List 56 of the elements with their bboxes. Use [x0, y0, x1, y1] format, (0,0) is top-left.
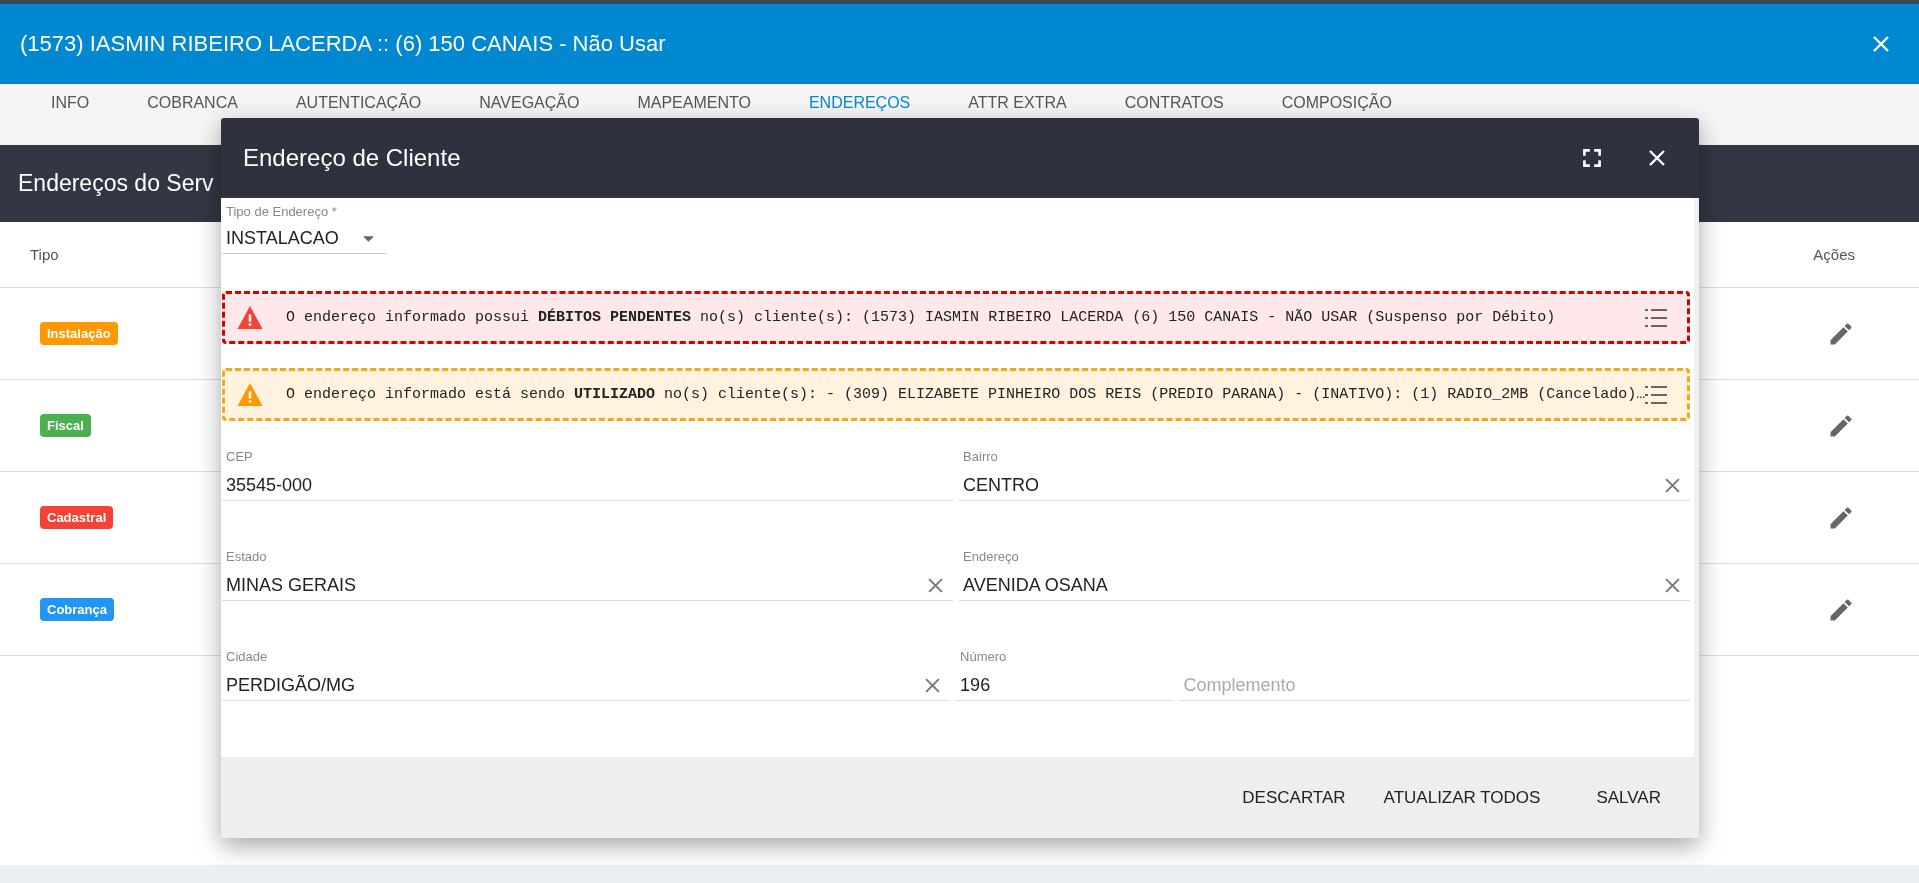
tab[interactable]: INFO	[22, 84, 119, 118]
type-badge: Cobrança	[40, 598, 114, 621]
tab[interactable]: ENDEREÇOS	[779, 84, 940, 118]
warning-icon	[237, 306, 263, 329]
alert-message: O endereço informado está sendo UTILIZADO no(s) cliente(s): - (309) ELIZABETE PINHEIRO DOS REIS (PREDIO PARANA) - (INATIVO): (1) RADIO_2MB (Cancelado)…	[286, 386, 1646, 403]
clear-icon[interactable]	[925, 677, 941, 693]
scrollbar[interactable]	[1694, 198, 1699, 757]
clear-icon[interactable]	[1665, 577, 1681, 593]
action-button[interactable]: ATUALIZAR TODOS	[1367, 777, 1557, 818]
type-badge: Cadastral	[40, 506, 114, 529]
address-type-select[interactable]: Tipo de Endereço * INSTALACAO	[222, 204, 386, 254]
list-icon[interactable]	[1645, 385, 1668, 404]
tab[interactable]: MAPEAMENTO	[608, 84, 780, 118]
text-field[interactable]: CEP 35545-000	[222, 449, 954, 501]
list-icon[interactable]	[1645, 308, 1668, 327]
field-value: AVENIDA OSANA	[963, 574, 1108, 596]
text-field[interactable]: Bairro CENTRO	[959, 449, 1691, 501]
field-label: Bairro	[963, 449, 999, 464]
tab[interactable]: NAVEGAÇÃO	[450, 84, 609, 118]
field-value: CENTRO	[963, 474, 1040, 496]
field-label: Tipo de Endereço *	[226, 204, 338, 219]
tab[interactable]: COMPOSIÇÃO	[1252, 84, 1421, 118]
tab[interactable]: CONTRATOS	[1095, 84, 1253, 118]
field-value: 196	[960, 674, 991, 696]
window-title: (1573) IASMIN RIBEIRO LACERDA :: (6) 150 CANAIS - Não Usar	[20, 31, 666, 57]
field-placeholder: Complemento	[1183, 674, 1296, 696]
field-value: 35545-000	[226, 474, 313, 496]
warning-icon	[237, 383, 263, 406]
clear-icon[interactable]	[928, 577, 944, 593]
text-field[interactable]: Cidade PERDIGÃO/MG	[222, 649, 951, 701]
tab[interactable]: COBRANCA	[118, 84, 267, 118]
alert-message: O endereço informado possui DÉBITOS PENDENTES no(s) cliente(s): (1573) IASMIN RIBEIRO LACERDA (6) 150 CANAIS - NÃO USAR (Suspenso por Débito)	[286, 309, 1557, 326]
field-value: MINAS GERAIS	[226, 574, 357, 596]
field-label: Cidade	[226, 649, 269, 664]
field-value: PERDIGÃO/MG	[226, 674, 355, 696]
tab[interactable]: AUTENTICAÇÃO	[266, 84, 451, 118]
type-badge: Fiscal	[40, 414, 91, 437]
field-label: CEP	[226, 449, 254, 464]
clear-icon[interactable]	[1665, 477, 1681, 493]
column-header: Tipo	[30, 246, 59, 263]
column-header: Ações	[1813, 246, 1855, 263]
action-button[interactable]: DESCARTAR	[1226, 777, 1362, 818]
field-value: INSTALACAO	[226, 228, 339, 249]
tab[interactable]: ATTR EXTRA	[939, 84, 1096, 118]
caret-icon	[363, 235, 374, 242]
section-title: Endereços do Serv	[18, 170, 214, 197]
type-badge: Instalação	[40, 322, 118, 345]
dialog-title: Endereço de Cliente	[243, 144, 462, 172]
action-button[interactable]: SALVAR	[1580, 777, 1677, 818]
field-label: Estado	[226, 549, 268, 564]
field-label: Número	[960, 649, 1008, 664]
text-field[interactable]: Estado MINAS GERAIS	[222, 549, 954, 601]
text-field[interactable]: Endereço AVENIDA OSANA	[959, 549, 1691, 601]
close-icon[interactable]	[1647, 148, 1667, 168]
field-label: Endereço	[963, 549, 1020, 564]
text-field[interactable]: Número 196	[956, 649, 1174, 701]
